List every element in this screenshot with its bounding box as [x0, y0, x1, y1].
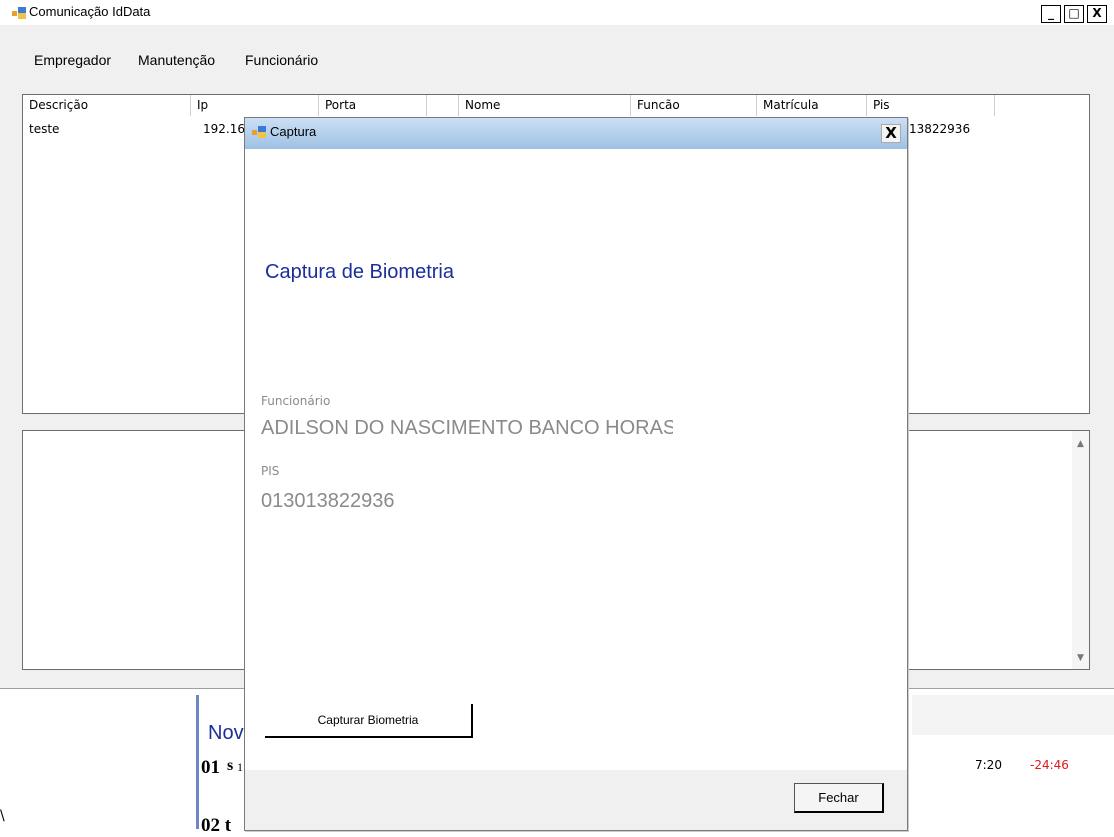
- dialog-close-button[interactable]: X: [881, 124, 901, 143]
- column-porta[interactable]: Porta: [319, 95, 427, 116]
- column-filler: [995, 95, 1089, 116]
- menu-bar: Empregador Manutenção Funcionário: [0, 46, 1114, 74]
- main-window-title: Comunicação IdData: [29, 4, 151, 19]
- cell-descricao[interactable]: teste: [29, 122, 59, 136]
- column-funcao[interactable]: Funcão: [631, 95, 757, 116]
- dialog-footer: Fechar: [245, 770, 907, 830]
- column-descricao[interactable]: Descrição: [23, 95, 191, 116]
- dialog-titlebar[interactable]: Captura X: [245, 118, 907, 149]
- column-nome[interactable]: Nome: [459, 95, 631, 116]
- capture-dialog: Captura X Captura de Biometria Funcionár…: [244, 117, 908, 831]
- report-day-1: 01: [201, 757, 220, 778]
- column-pis[interactable]: Pis: [867, 95, 995, 116]
- funcionario-value: ADILSON DO NASCIMENTO BANCO HORAS: [261, 417, 673, 439]
- pis-label: PIS: [261, 464, 280, 478]
- maximize-button[interactable]: □: [1064, 5, 1084, 23]
- close-dialog-button[interactable]: Fechar: [794, 783, 884, 813]
- scroll-up-icon[interactable]: ▲: [1075, 439, 1086, 449]
- report-left-fragment: \: [0, 808, 5, 824]
- scroll-down-icon[interactable]: ▼: [1075, 653, 1086, 663]
- report-header-strip: [912, 695, 1114, 735]
- cell-ip[interactable]: 192.16: [203, 122, 245, 136]
- report-time: 7:20: [975, 758, 1002, 772]
- report-day-1-detail: 1: [237, 760, 243, 774]
- column-matricula[interactable]: Matrícula: [757, 95, 867, 116]
- menu-manutencao[interactable]: Manutenção: [138, 52, 215, 68]
- report-month: Nov: [208, 722, 244, 744]
- cell-pis[interactable]: 13822936: [909, 122, 970, 136]
- report-day-1-suffix: s: [227, 757, 234, 774]
- minimize-button[interactable]: _: [1041, 5, 1061, 23]
- report-balance: -24:46: [1030, 758, 1069, 772]
- main-titlebar[interactable]: Comunicação IdData _ □ X: [0, 0, 1114, 25]
- column-blank[interactable]: [427, 95, 459, 116]
- column-ip[interactable]: Ip: [191, 95, 319, 116]
- dialog-heading: Captura de Biometria: [265, 261, 454, 283]
- pis-value: 013013822936: [261, 490, 395, 512]
- menu-funcionario[interactable]: Funcionário: [245, 52, 318, 68]
- dialog-app-icon: [252, 126, 266, 138]
- report-day-2: 02 t: [201, 815, 232, 836]
- report-left-border: [196, 695, 199, 829]
- funcionario-label: Funcionário: [261, 394, 331, 408]
- dialog-title: Captura: [270, 124, 317, 139]
- capture-biometrics-button[interactable]: Capturar Biometria: [265, 704, 473, 738]
- close-button[interactable]: X: [1087, 5, 1107, 23]
- app-icon: [12, 7, 26, 19]
- vertical-scrollbar[interactable]: ▲ ▼: [1072, 431, 1089, 669]
- menu-empregador[interactable]: Empregador: [34, 52, 111, 68]
